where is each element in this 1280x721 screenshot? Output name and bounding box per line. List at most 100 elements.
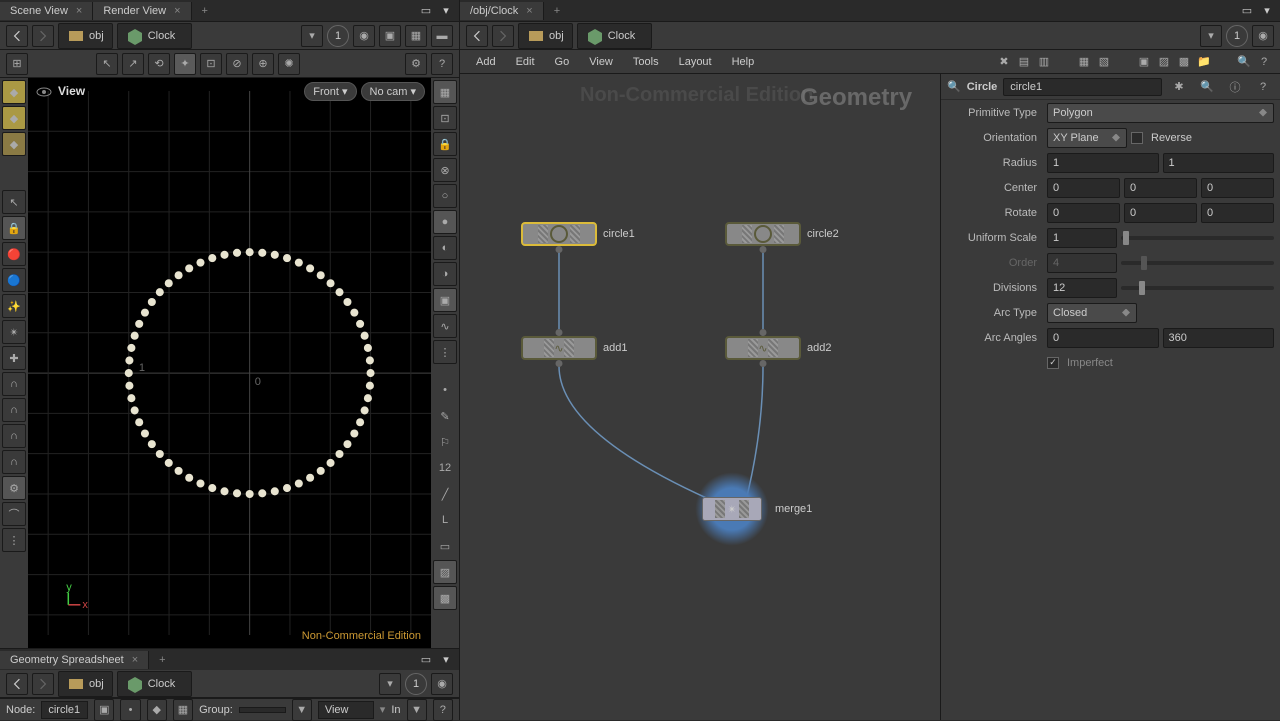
back-button[interactable] (6, 25, 28, 47)
r-tool-4[interactable]: ⊗ (433, 158, 457, 182)
tab-scene-view[interactable]: Scene View× (0, 2, 93, 20)
menu-layout[interactable]: Layout (669, 52, 722, 72)
imperfect-checkbox[interactable] (1047, 357, 1059, 369)
divisions-input[interactable]: 12 (1047, 278, 1117, 298)
gear-icon[interactable]: ✱ (1168, 76, 1190, 98)
move-tool[interactable]: ↗ (122, 53, 144, 75)
record-button[interactable]: ◉ (1252, 25, 1274, 47)
node-name-field[interactable]: circle1 (1003, 78, 1162, 96)
arctype-dropdown[interactable]: Closed (1047, 303, 1137, 323)
r-tool-5[interactable]: ○ (433, 184, 457, 208)
window-icon[interactable]: ▭ (419, 653, 433, 667)
brush-icon[interactable]: ✎ (433, 404, 457, 428)
lock-icon[interactable]: 🔒 (433, 132, 457, 156)
sb-btn2[interactable]: • (120, 699, 140, 721)
back-button[interactable] (6, 673, 28, 695)
find-icon[interactable]: 🔍 (1196, 76, 1218, 98)
cyan-tool[interactable]: 🔵 (2, 268, 26, 292)
group-field[interactable] (239, 707, 286, 713)
tool-3[interactable]: ◆ (2, 132, 26, 156)
node-merge1[interactable]: ✴ merge1 (695, 472, 812, 546)
help-icon[interactable]: ? (1252, 76, 1274, 98)
lock-tool[interactable]: 🔒 (2, 216, 26, 240)
dropdown-button[interactable]: ▾ (379, 673, 401, 695)
node-add1[interactable]: ∿ add1 (521, 336, 627, 360)
frame-tool[interactable]: ⊡ (200, 53, 222, 75)
tab-obj-clock[interactable]: /obj/Clock× (460, 2, 544, 20)
color-icon[interactable]: ▩ (1174, 52, 1194, 72)
chevron-down-icon[interactable]: ▾ (1260, 4, 1274, 18)
view-number[interactable]: 1 (327, 25, 349, 47)
tab-geo-spreadsheet[interactable]: Geometry Spreadsheet× (0, 651, 149, 669)
view-number[interactable]: 1 (405, 673, 427, 695)
menu-view[interactable]: View (579, 52, 623, 72)
arcangle-end[interactable]: 360 (1163, 328, 1275, 348)
arcangle-start[interactable]: 0 (1047, 328, 1159, 348)
l-icon[interactable]: L (433, 508, 457, 532)
tool-1[interactable]: ◆ (2, 80, 26, 104)
r-tool-7[interactable]: ◐ (433, 236, 457, 260)
shade-icon[interactable]: ▨ (433, 560, 457, 584)
check-icon[interactable]: ▩ (433, 586, 457, 610)
list1-icon[interactable]: ▤ (1014, 52, 1034, 72)
node-add2[interactable]: ∿ add2 (725, 336, 831, 360)
rotate-y[interactable]: 0 (1124, 203, 1197, 223)
curve-tool[interactable]: ⌒ (2, 502, 26, 526)
view-dropdown[interactable]: View (318, 701, 374, 719)
node-circle2[interactable]: circle2 (725, 222, 839, 246)
network-view[interactable]: Non-Commercial Edition Geometry circle1 … (460, 74, 1280, 720)
rotate-tool[interactable]: ⟲ (148, 53, 170, 75)
radius-x[interactable]: 1 (1047, 153, 1159, 173)
note-icon[interactable]: ▣ (1134, 52, 1154, 72)
sticky-icon[interactable]: ▨ (1154, 52, 1174, 72)
node-field[interactable]: circle1 (41, 701, 88, 719)
menu-help[interactable]: Help (722, 52, 765, 72)
help-icon[interactable]: ? (1254, 52, 1274, 72)
settings-button[interactable]: ⚙ (405, 53, 427, 75)
magnet3-tool[interactable]: ∩ (2, 424, 26, 448)
flash-tool[interactable]: ✺ (278, 53, 300, 75)
flag-icon[interactable]: ⚐ (433, 430, 457, 454)
help-button[interactable]: ? (431, 53, 453, 75)
sb-btn1[interactable]: ▣ (94, 699, 114, 721)
crumb-clock[interactable]: Clock (577, 23, 653, 49)
grid-snap-button[interactable]: ⊞ (6, 53, 28, 75)
list2-icon[interactable]: ▥ (1034, 52, 1054, 72)
menu-go[interactable]: Go (545, 52, 580, 72)
window-icon[interactable]: ▭ (1240, 4, 1254, 18)
grid1-icon[interactable]: ▦ (1074, 52, 1094, 72)
tab-render-view[interactable]: Render View× (93, 2, 191, 20)
timer-tool[interactable]: ⊕ (252, 53, 274, 75)
view-number[interactable]: 1 (1226, 25, 1248, 47)
crumb-folder[interactable]: obj (518, 23, 573, 49)
close-icon[interactable]: × (76, 5, 82, 17)
tab-add-button[interactable]: + (192, 2, 218, 20)
arrow-tool[interactable]: ↖ (2, 190, 26, 214)
menu-edit[interactable]: Edit (506, 52, 545, 72)
close-icon[interactable]: × (526, 5, 532, 17)
scale-slider[interactable] (1121, 236, 1274, 240)
spark-tool[interactable]: ✨ (2, 294, 26, 318)
shelf-button[interactable]: ▦ (405, 25, 427, 47)
rotate-x[interactable]: 0 (1047, 203, 1120, 223)
node-circle1[interactable]: circle1 (521, 222, 635, 246)
num-icon[interactable]: 12 (433, 456, 457, 480)
primtype-dropdown[interactable]: Polygon (1047, 103, 1274, 123)
chevron-down-icon[interactable]: ▾ (439, 4, 453, 18)
forward-button[interactable] (32, 25, 54, 47)
center-z[interactable]: 0 (1201, 178, 1274, 198)
tool-2[interactable]: ◆ (2, 106, 26, 130)
close-icon[interactable]: × (132, 654, 138, 666)
eye-icon[interactable] (36, 84, 52, 100)
r-tool-11[interactable]: ⋮ (433, 340, 457, 364)
camera-pill[interactable]: No cam ▾ (361, 82, 425, 101)
magnet1-tool[interactable]: ∩ (2, 372, 26, 396)
window-icon[interactable]: ▭ (419, 4, 433, 18)
gear-tool[interactable]: ⚙ (2, 476, 26, 500)
search-icon[interactable]: 🔍 (1234, 52, 1254, 72)
scale-input[interactable]: 1 (1047, 228, 1117, 248)
crumb-folder[interactable]: obj (58, 671, 113, 697)
info-icon[interactable]: ⓘ (1224, 76, 1246, 98)
sb-btn4[interactable]: ▦ (173, 699, 193, 721)
axis-tool[interactable]: ✚ (2, 346, 26, 370)
